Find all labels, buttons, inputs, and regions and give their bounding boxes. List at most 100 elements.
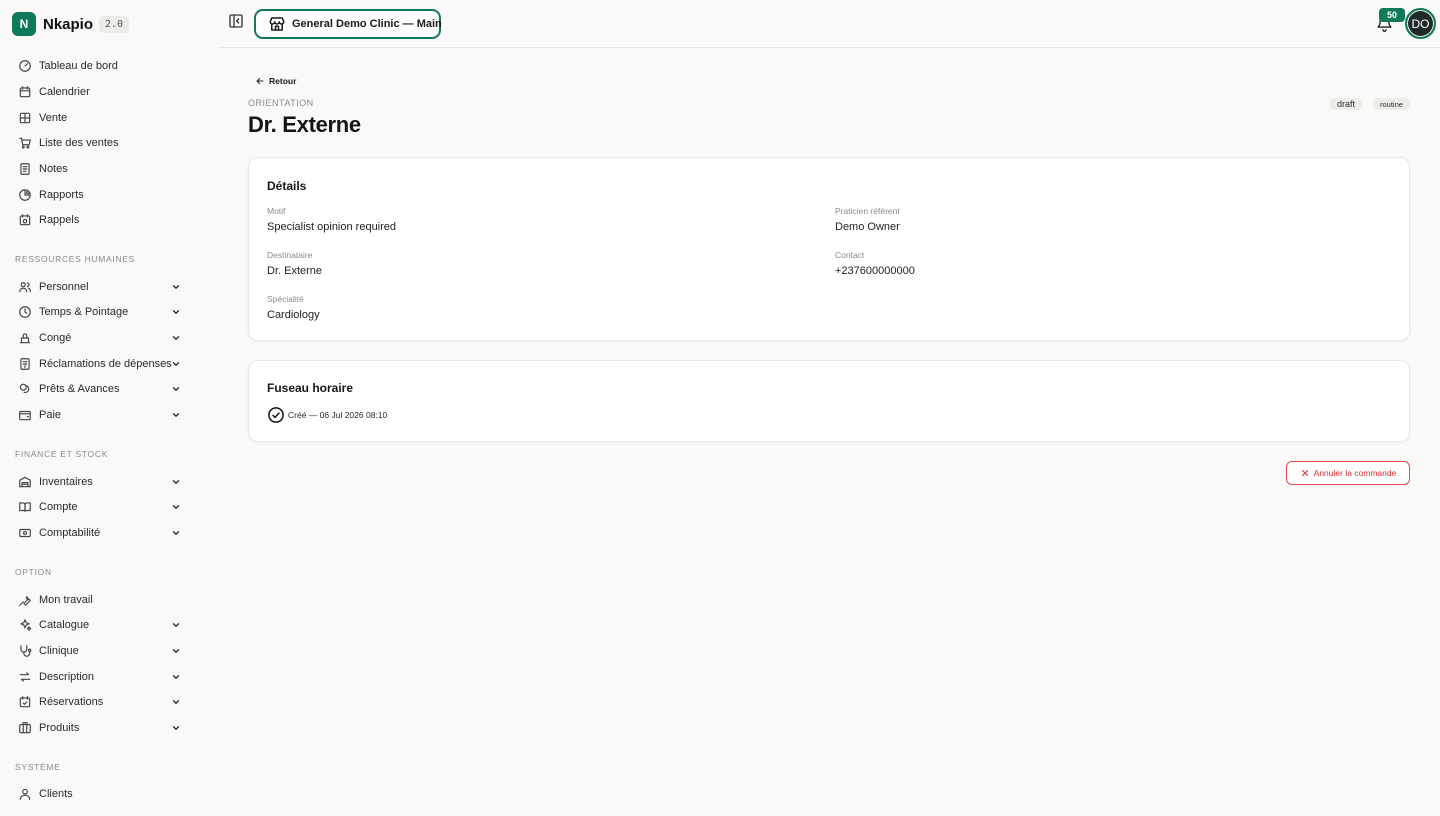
- sidebar-item-account[interactable]: Compte: [0, 495, 218, 519]
- sidebar-item-label: Liste des ventes: [39, 137, 119, 149]
- sparkles-icon: [18, 618, 32, 632]
- sidebar-item-label: Catalogue: [39, 619, 90, 631]
- sidebar-item-loans[interactable]: Prêts & Avances: [0, 377, 218, 401]
- sidebar: N Nkapio 2.0 Tableau de bord Calendrier …: [0, 0, 218, 816]
- package-icon: [18, 721, 32, 735]
- field-label-reason: Motif: [267, 206, 286, 216]
- sidebar-item-label: Mon travail: [39, 594, 93, 606]
- page-kicker: ORIENTATION: [248, 98, 314, 108]
- page-title: Dr. Externe: [248, 112, 361, 137]
- cancel-order-button[interactable]: Annuler la commande: [1286, 461, 1410, 485]
- chevron-down-icon: [171, 646, 181, 656]
- field-value-recipient: Dr. Externe: [267, 265, 323, 277]
- sidebar-item-reminders[interactable]: Rappels: [0, 208, 218, 232]
- check-circle-icon: [267, 406, 285, 424]
- notes-icon: [18, 162, 32, 176]
- sidebar-item-label: Inventaires: [39, 476, 93, 488]
- chevron-down-icon: [171, 384, 181, 394]
- chevron-down-icon: [171, 307, 181, 317]
- status-badge: draft: [1330, 98, 1363, 110]
- clinic-selector-button[interactable]: General Demo Clinic — Main: [254, 9, 442, 39]
- sidebar-item-label: Description: [39, 671, 95, 683]
- sidebar-item-leave[interactable]: Congé: [0, 326, 218, 350]
- timeline-card: Fuseau horaire Créé — 06 Jul 2026 08:10: [248, 360, 1410, 442]
- field-value-reason: Specialist opinion required: [267, 221, 397, 233]
- chevron-down-icon: [171, 620, 181, 630]
- stethoscope-icon: [18, 644, 32, 658]
- brand-logo: N: [12, 12, 36, 36]
- coins-icon: [18, 382, 32, 396]
- sidebar-item-time-tracking[interactable]: Temps & Pointage: [0, 300, 218, 324]
- arrows-exchange-icon: [18, 670, 32, 684]
- details-card-title: Détails: [267, 179, 307, 193]
- sidebar-item-description[interactable]: Description: [0, 665, 218, 689]
- close-icon: [1301, 469, 1308, 477]
- sidebar-item-label: Produits: [39, 722, 80, 734]
- sidebar-item-products[interactable]: Produits: [0, 716, 218, 740]
- sidebar-item-reports[interactable]: Rapports: [0, 183, 218, 207]
- clock-icon: [18, 305, 32, 319]
- chevron-down-icon: [171, 410, 181, 420]
- sidebar-item-staff[interactable]: Personnel: [0, 275, 218, 299]
- receipt-icon: [18, 357, 32, 371]
- wrench-icon: [18, 593, 32, 607]
- clinic-selector-label: General Demo Clinic — Main: [292, 18, 442, 30]
- field-label-referring-practitioner: Praticien référent: [835, 206, 900, 216]
- calendar-check-icon: [18, 695, 32, 709]
- sidebar-item-calendar[interactable]: Calendrier: [0, 80, 218, 104]
- section-label-option: OPTION: [15, 567, 52, 577]
- timeline-entry-text: Créé — 06 Jul 2026 08:10: [288, 410, 388, 420]
- book-icon: [18, 500, 32, 514]
- sidebar-item-catalog[interactable]: Catalogue: [0, 613, 218, 637]
- banknote-icon: [18, 526, 32, 540]
- field-label-contact: Contact: [835, 250, 865, 260]
- users-icon: [18, 280, 32, 294]
- sidebar-item-accounting[interactable]: Comptabilité: [0, 521, 218, 545]
- sidebar-toggle-icon[interactable]: [228, 13, 244, 29]
- sidebar-item-payroll[interactable]: Paie: [0, 403, 218, 427]
- back-link-label: Retour: [269, 76, 297, 86]
- sidebar-item-label: Calendrier: [39, 86, 90, 98]
- chevron-down-icon: [171, 477, 181, 487]
- sidebar-item-label: Paie: [39, 409, 62, 421]
- timeline-entry: Créé — 06 Jul 2026 08:10: [267, 406, 387, 424]
- sidebar-item-label: Vente: [39, 112, 68, 124]
- sidebar-item-clients[interactable]: Clients: [0, 782, 218, 806]
- sidebar-item-reservations[interactable]: Réservations: [0, 690, 218, 714]
- chevron-down-icon: [171, 723, 181, 733]
- dashboard-icon: [18, 59, 32, 73]
- sidebar-item-sales-list[interactable]: Liste des ventes: [0, 131, 218, 155]
- avatar[interactable]: DO: [1405, 8, 1436, 39]
- brand-name: Nkapio: [43, 15, 94, 33]
- sidebar-item-dashboard[interactable]: Tableau de bord: [0, 54, 218, 78]
- cancel-order-label: Annuler la commande: [1313, 468, 1397, 478]
- user-icon: [18, 787, 32, 801]
- section-label-system: SYSTÈME: [15, 762, 61, 772]
- top-bar: General Demo Clinic — Main 50 DO: [218, 0, 1440, 48]
- sidebar-item-notes[interactable]: Notes: [0, 157, 218, 181]
- sidebar-item-expense-claims[interactable]: Réclamations de dépenses: [0, 352, 218, 376]
- section-label-finance: FINANCE ET STOCK: [15, 449, 109, 459]
- field-value-specialty: Cardiology: [267, 309, 320, 321]
- store-icon: [268, 15, 286, 33]
- brand[interactable]: N Nkapio 2.0: [12, 12, 130, 36]
- sidebar-item-label: Réclamations de dépenses: [39, 358, 172, 370]
- chevron-down-icon: [171, 333, 181, 343]
- sidebar-item-clinic[interactable]: Clinique: [0, 639, 218, 663]
- chevron-down-icon: [171, 672, 181, 682]
- sidebar-item-my-work[interactable]: Mon travail: [0, 588, 218, 612]
- sidebar-item-label: Clinique: [39, 645, 79, 657]
- sidebar-item-sale[interactable]: Vente: [0, 106, 218, 130]
- priority-badge: routine: [1373, 98, 1410, 110]
- sidebar-item-label: Compte: [39, 501, 78, 513]
- version-badge: 2.0: [99, 15, 130, 33]
- sidebar-item-label: Personnel: [39, 281, 89, 293]
- wallet-icon: [18, 408, 32, 422]
- sidebar-item-label: Prêts & Avances: [39, 383, 120, 395]
- back-link[interactable]: Retour: [255, 75, 296, 87]
- leave-icon: [18, 331, 32, 345]
- sidebar-item-inventories[interactable]: Inventaires: [0, 470, 218, 494]
- section-label-hr: RESSOURCES HUMAINES: [15, 254, 136, 264]
- chevron-down-icon: [171, 697, 181, 707]
- field-value-referring-practitioner: Demo Owner: [835, 221, 900, 233]
